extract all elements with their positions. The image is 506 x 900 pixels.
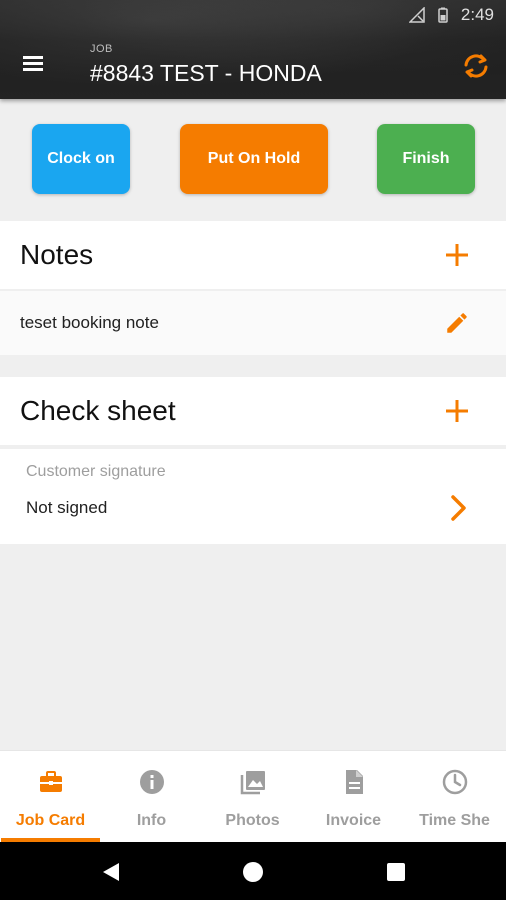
customer-signature-row[interactable]: Customer signature Not signed [0,449,506,544]
home-icon[interactable] [241,860,265,884]
clock-on-button[interactable]: Clock on [32,124,130,194]
status-time: 2:49 [460,5,494,24]
menu-button[interactable] [20,52,50,76]
action-buttons: Clock on Put On Hold Finish [0,99,506,219]
sync-icon[interactable] [460,50,492,82]
add-note-icon[interactable] [444,242,470,268]
app-header: 2:49 JOB #8843 TEST - HONDA [0,0,506,99]
job-caption: JOB [90,43,113,55]
page-title: #8843 TEST - HONDA [90,60,322,86]
clock-icon [442,769,467,795]
edit-icon[interactable] [444,310,470,336]
tab-info[interactable]: Info [101,751,202,842]
photos-icon [240,771,265,795]
signature-label: Customer signature [26,463,166,480]
notes-title: Notes [20,239,94,270]
check-sheet-header: Check sheet [0,377,506,445]
back-icon[interactable] [99,860,123,884]
tab-label: Invoice [325,812,382,829]
battery-icon [438,7,448,23]
note-text: teset booking note [20,313,159,332]
chevron-right-icon[interactable] [446,493,470,523]
bottom-tab-bar: Job Card Info Photos Invoice Time She [0,750,506,842]
invoice-icon [345,770,363,794]
recents-icon[interactable] [384,860,408,884]
notes-header: Notes [0,221,506,289]
tab-job-card[interactable]: Job Card [0,751,101,842]
system-nav-bar [0,842,506,900]
tab-invoice[interactable]: Invoice [303,751,404,842]
tab-label: Job Card [15,812,86,829]
put-on-hold-button[interactable]: Put On Hold [180,124,328,194]
finish-button[interactable]: Finish [377,124,475,194]
briefcase-icon [39,771,62,792]
tab-label: Info [136,812,167,829]
info-icon [139,770,164,794]
tab-label: Time She [419,812,490,829]
check-sheet-title: Check sheet [20,395,176,426]
no-signal-icon [408,7,425,23]
signature-value: Not signed [26,498,108,517]
list-item[interactable]: teset booking note [0,291,506,355]
tab-photos[interactable]: Photos [202,751,303,842]
tab-label: Photos [225,812,280,829]
tab-time-sheet[interactable]: Time She [404,751,505,842]
status-bar: 2:49 [408,0,506,30]
add-check-sheet-icon[interactable] [444,398,470,424]
